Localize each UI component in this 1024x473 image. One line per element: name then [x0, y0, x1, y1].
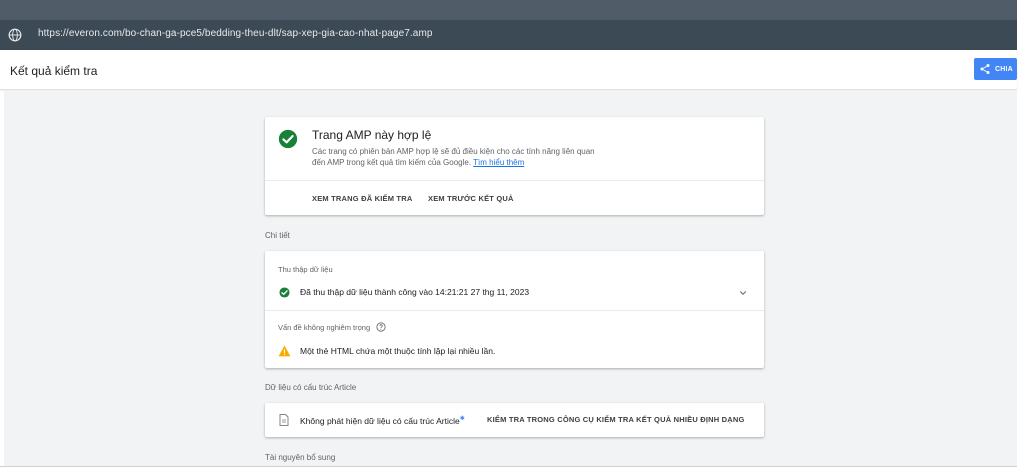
- page-title: Kết quả kiểm tra: [10, 64, 98, 78]
- additional-resources-label: Tài nguyên bổ sung: [265, 453, 336, 462]
- help-icon[interactable]: [376, 322, 386, 332]
- warning-icon: [278, 345, 291, 357]
- card-divider: [265, 310, 764, 311]
- amp-status-title: Trang AMP này hợp lệ: [312, 128, 432, 142]
- check-circle-icon: [278, 129, 298, 149]
- article-status-text: Không phát hiện dữ liệu có cấu trúc Arti…: [300, 415, 465, 426]
- issue-text: Một thẻ HTML chứa một thuộc tính lặp lại…: [300, 346, 496, 356]
- share-label: CHIA: [995, 65, 1013, 73]
- check-circle-icon: [279, 287, 290, 298]
- amp-desc-line2: đến AMP trong kết quả tìm kiếm của Googl…: [312, 158, 472, 167]
- share-button[interactable]: CHIA: [974, 58, 1017, 80]
- url-bar[interactable]: https://everon.com/bo-chan-ga-pce5/beddi…: [0, 20, 1017, 50]
- issues-label: Vấn đề không nghiêm trọng: [278, 323, 371, 332]
- browser-top-strip: [0, 0, 1017, 20]
- amp-status-card: Trang AMP này hợp lệ Các trang có phiên …: [265, 117, 764, 215]
- bottom-edge: [0, 466, 1017, 473]
- details-section-label: Chi tiết: [265, 231, 290, 240]
- amp-desc-line1: Các trang có phiên bản AMP hợp lệ sẽ đủ …: [312, 147, 595, 156]
- article-status-label: Không phát hiện dữ liệu có cấu trúc Arti…: [300, 415, 460, 426]
- share-icon: [980, 64, 990, 74]
- article-card: Không phát hiện dữ liệu có cấu trúc Arti…: [265, 403, 764, 437]
- view-tested-page-button[interactable]: XEM TRANG ĐÃ KIỂM TRA: [312, 194, 412, 203]
- window-edge: [1017, 0, 1024, 473]
- crawl-label: Thu thập dữ liệu: [278, 265, 333, 274]
- globe-icon: [8, 28, 22, 42]
- crawl-status-text: Đã thu thập dữ liệu thành công vào 14:21…: [300, 287, 530, 297]
- amp-status-description: Các trang có phiên bản AMP hợp lệ sẽ đủ …: [312, 146, 642, 168]
- document-icon: [279, 414, 289, 426]
- details-card: Thu thập dữ liệu Đã thu thập dữ liệu thà…: [265, 251, 764, 368]
- info-icon: ✱: [459, 416, 465, 422]
- chevron-down-icon[interactable]: [738, 288, 748, 298]
- rich-results-test-button[interactable]: KIỂM TRA TRONG CÔNG CỤ KIỂM TRA KẾT QUẢ …: [487, 415, 745, 424]
- card-divider: [265, 180, 764, 181]
- preview-result-button[interactable]: XEM TRƯỚC KẾT QUẢ: [428, 194, 514, 203]
- url-text: https://everon.com/bo-chan-ga-pce5/beddi…: [38, 28, 433, 39]
- article-section-label: Dữ liệu có cấu trúc Article: [265, 383, 357, 392]
- learn-more-link[interactable]: Tìm hiểu thêm: [473, 158, 524, 167]
- page-header: Kết quả kiểm tra: [0, 50, 1017, 90]
